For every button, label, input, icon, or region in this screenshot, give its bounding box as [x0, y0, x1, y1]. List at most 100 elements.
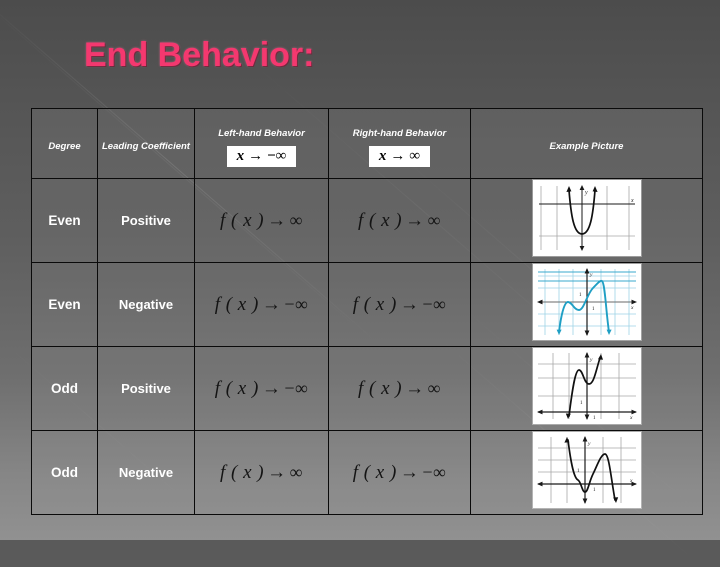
table-row: Even Positive f ( x ) → ∞ f ( x ) → ∞ y …: [31, 178, 703, 263]
right-behavior-formula: f ( x ) → ∞: [358, 378, 441, 399]
fx-notation: f ( x ): [220, 461, 265, 483]
cell-leading-coefficient: Negative: [97, 262, 195, 347]
svg-text:y: y: [589, 357, 593, 363]
left-behavior-formula: f ( x ) → −∞: [215, 294, 309, 315]
cell-degree: Even: [31, 262, 98, 347]
degree-value: Odd: [51, 464, 78, 480]
leading-coefficient-value: Positive: [121, 212, 171, 228]
cell-example-picture: y x 1 1: [470, 430, 703, 515]
graph-svg: y x 1 1: [534, 266, 639, 338]
cell-degree: Even: [31, 178, 98, 263]
leading-coefficient-value: Negative: [118, 464, 174, 480]
degree-value: Even: [48, 296, 81, 312]
arrow-icon: →: [261, 377, 282, 399]
cell-left-behavior: f ( x ) → −∞: [194, 262, 329, 347]
graph-svg: y x: [534, 182, 639, 254]
limit-value: ∞: [427, 377, 441, 398]
limit-value: −∞: [284, 293, 309, 314]
header-cell-right-hand-behavior: Right-hand Behavior x → ∞: [328, 108, 471, 179]
header-cell-left-hand-behavior: Left-hand Behavior x → −∞: [194, 108, 329, 179]
cell-right-behavior: f ( x ) → ∞: [328, 178, 471, 263]
cell-degree: Odd: [31, 430, 98, 515]
end-behavior-table: Degree Leading Coefficient Left-hand Beh…: [31, 108, 703, 515]
header-cell-degree: Degree: [31, 108, 98, 179]
arrow-icon: →: [405, 377, 425, 399]
cell-example-picture: y x 1 1: [470, 346, 703, 431]
formula-x-to-negative-infinity: x → −∞: [226, 145, 297, 167]
cell-left-behavior: f ( x ) → ∞: [194, 430, 329, 515]
limit-value: ∞: [427, 209, 441, 230]
cell-right-behavior: f ( x ) → −∞: [328, 430, 471, 515]
graph-thumbnail-even-negative: y x 1 1: [532, 264, 641, 340]
fx-notation: f ( x ): [214, 293, 259, 315]
right-behavior-formula: f ( x ) → −∞: [353, 462, 447, 483]
slide-canvas: End Behavior: Degree Leading Coefficient…: [0, 0, 720, 567]
arrow-icon: →: [390, 147, 406, 164]
degree-value: Odd: [51, 380, 78, 396]
header-label-degree: Degree: [48, 141, 81, 152]
header-label-leading-coefficient: Leading Coefficient: [102, 141, 190, 152]
table-header-row: Degree Leading Coefficient Left-hand Beh…: [31, 108, 703, 179]
table-row: Odd Positive f ( x ) → −∞ f ( x ) → ∞ y …: [31, 346, 703, 431]
cell-left-behavior: f ( x ) → −∞: [194, 346, 329, 431]
formula-limit: ∞: [409, 147, 421, 164]
header-cell-leading-coefficient: Leading Coefficient: [97, 108, 195, 179]
graph-thumbnail-even-positive: y x: [532, 180, 641, 256]
header-label-right-hand-behavior: Right-hand Behavior: [352, 127, 447, 139]
limit-value: −∞: [422, 461, 447, 482]
limit-value: −∞: [284, 377, 309, 398]
arrow-icon: →: [267, 461, 287, 483]
slide-title: End Behavior:: [84, 36, 315, 74]
limit-value: ∞: [289, 461, 303, 482]
limit-value: −∞: [422, 293, 447, 314]
leading-coefficient-value: Negative: [118, 296, 174, 312]
graph-thumbnail-odd-negative: y x 1 1: [532, 432, 641, 508]
cell-leading-coefficient: Positive: [97, 178, 195, 263]
arrow-icon: →: [267, 209, 287, 231]
header-label-left-hand-behavior: Left-hand Behavior: [218, 127, 305, 139]
arrow-icon: →: [399, 461, 420, 483]
graph-svg: y x 1 1: [534, 434, 639, 506]
svg-text:y: y: [584, 190, 588, 196]
cell-example-picture: y x: [470, 178, 703, 263]
graph-svg: y x 1 1: [534, 350, 639, 422]
cell-right-behavior: f ( x ) → −∞: [328, 262, 471, 347]
degree-value: Even: [48, 212, 81, 228]
left-behavior-formula: f ( x ) → −∞: [215, 378, 309, 399]
arrow-icon: →: [261, 293, 282, 315]
fx-notation: f ( x ): [352, 293, 397, 315]
right-behavior-formula: f ( x ) → ∞: [358, 210, 441, 231]
fx-notation: f ( x ): [214, 377, 259, 399]
arrow-icon: →: [399, 293, 420, 315]
formula-variable: x: [236, 147, 245, 164]
header-label-example-picture: Example Picture: [549, 141, 624, 152]
header-cell-example-picture: Example Picture: [470, 108, 703, 179]
right-behavior-formula: f ( x ) → −∞: [353, 294, 447, 315]
svg-text:x: x: [630, 198, 634, 204]
table-row: Odd Negative f ( x ) → ∞ f ( x ) → −∞ y …: [31, 430, 703, 515]
cell-leading-coefficient: Positive: [97, 346, 195, 431]
fx-notation: f ( x ): [220, 209, 265, 231]
table-row: Even Negative f ( x )→−∞ f ( x )→−∞: [31, 262, 703, 347]
svg-text:y: y: [589, 272, 593, 278]
svg-text:y: y: [587, 441, 591, 447]
left-behavior-formula: f ( x ) → ∞: [220, 210, 303, 231]
fx-notation: f ( x ): [358, 377, 403, 399]
leading-coefficient-value: Positive: [121, 380, 171, 396]
formula-x-to-positive-infinity: x → ∞: [368, 145, 431, 167]
cell-leading-coefficient: Negative: [97, 430, 195, 515]
cell-right-behavior: f ( x ) → ∞: [328, 346, 471, 431]
svg-text:x: x: [630, 305, 634, 311]
arrow-icon: →: [405, 209, 425, 231]
graph-thumbnail-odd-positive: y x 1 1: [532, 348, 641, 424]
fx-notation: f ( x ): [352, 461, 397, 483]
cell-left-behavior: f ( x ) → ∞: [194, 178, 329, 263]
fx-notation: f ( x ): [358, 209, 403, 231]
svg-text:x: x: [629, 478, 633, 484]
cell-degree: Odd: [31, 346, 98, 431]
arrow-icon: →: [248, 147, 264, 164]
formula-limit: −∞: [267, 147, 287, 164]
svg-text:x: x: [629, 415, 633, 421]
limit-value: ∞: [289, 209, 303, 230]
cell-example-picture: y x 1 1: [470, 262, 703, 347]
